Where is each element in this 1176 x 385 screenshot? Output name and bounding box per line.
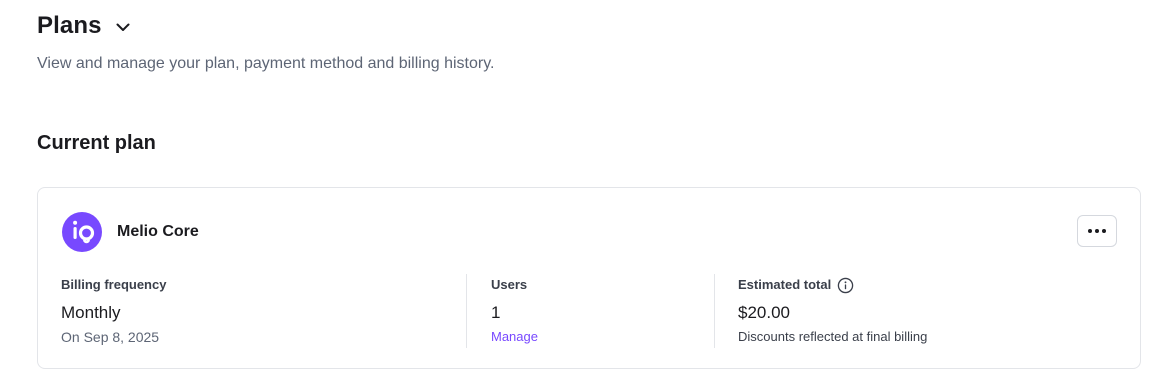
billing-frequency-value: Monthly	[61, 303, 121, 322]
section-title-current-plan: Current plan	[37, 132, 156, 154]
estimated-total-note: Discounts reflected at final billing	[738, 329, 928, 344]
billing-frequency-column: Billing frequency Monthly On Sep 8, 2025	[61, 276, 465, 348]
manage-users-link[interactable]: Manage	[491, 328, 538, 346]
column-divider	[466, 274, 467, 348]
page-subtitle: View and manage your plan, payment metho…	[37, 55, 495, 72]
estimated-total-column: Estimated total $20.00 Discounts reflect…	[738, 276, 1118, 348]
estimated-total-value: $20.00	[738, 303, 790, 322]
billing-frequency-label: Billing frequency	[61, 277, 167, 292]
users-column: Users 1 Manage	[491, 276, 713, 348]
users-count: 1	[491, 303, 501, 322]
more-options-button[interactable]	[1077, 215, 1117, 247]
estimated-total-label-row: Estimated total	[738, 276, 1118, 294]
billing-date: On Sep 8, 2025	[61, 329, 160, 345]
plan-name: Melio Core	[117, 223, 199, 240]
melio-logo-icon	[62, 212, 102, 252]
plans-header-toggle[interactable]: Plans	[37, 10, 132, 42]
page-title: Plans	[37, 12, 102, 39]
chevron-down-icon[interactable]	[114, 18, 132, 36]
column-divider	[714, 274, 715, 348]
info-icon[interactable]	[837, 277, 854, 294]
estimated-total-label: Estimated total	[738, 277, 832, 292]
users-label: Users	[491, 277, 528, 292]
more-horizontal-icon	[1085, 222, 1109, 240]
plans-page: Plans View and manage your plan, payment…	[0, 0, 1176, 385]
current-plan-card: Melio Core Billing frequency Monthly On …	[37, 187, 1141, 369]
